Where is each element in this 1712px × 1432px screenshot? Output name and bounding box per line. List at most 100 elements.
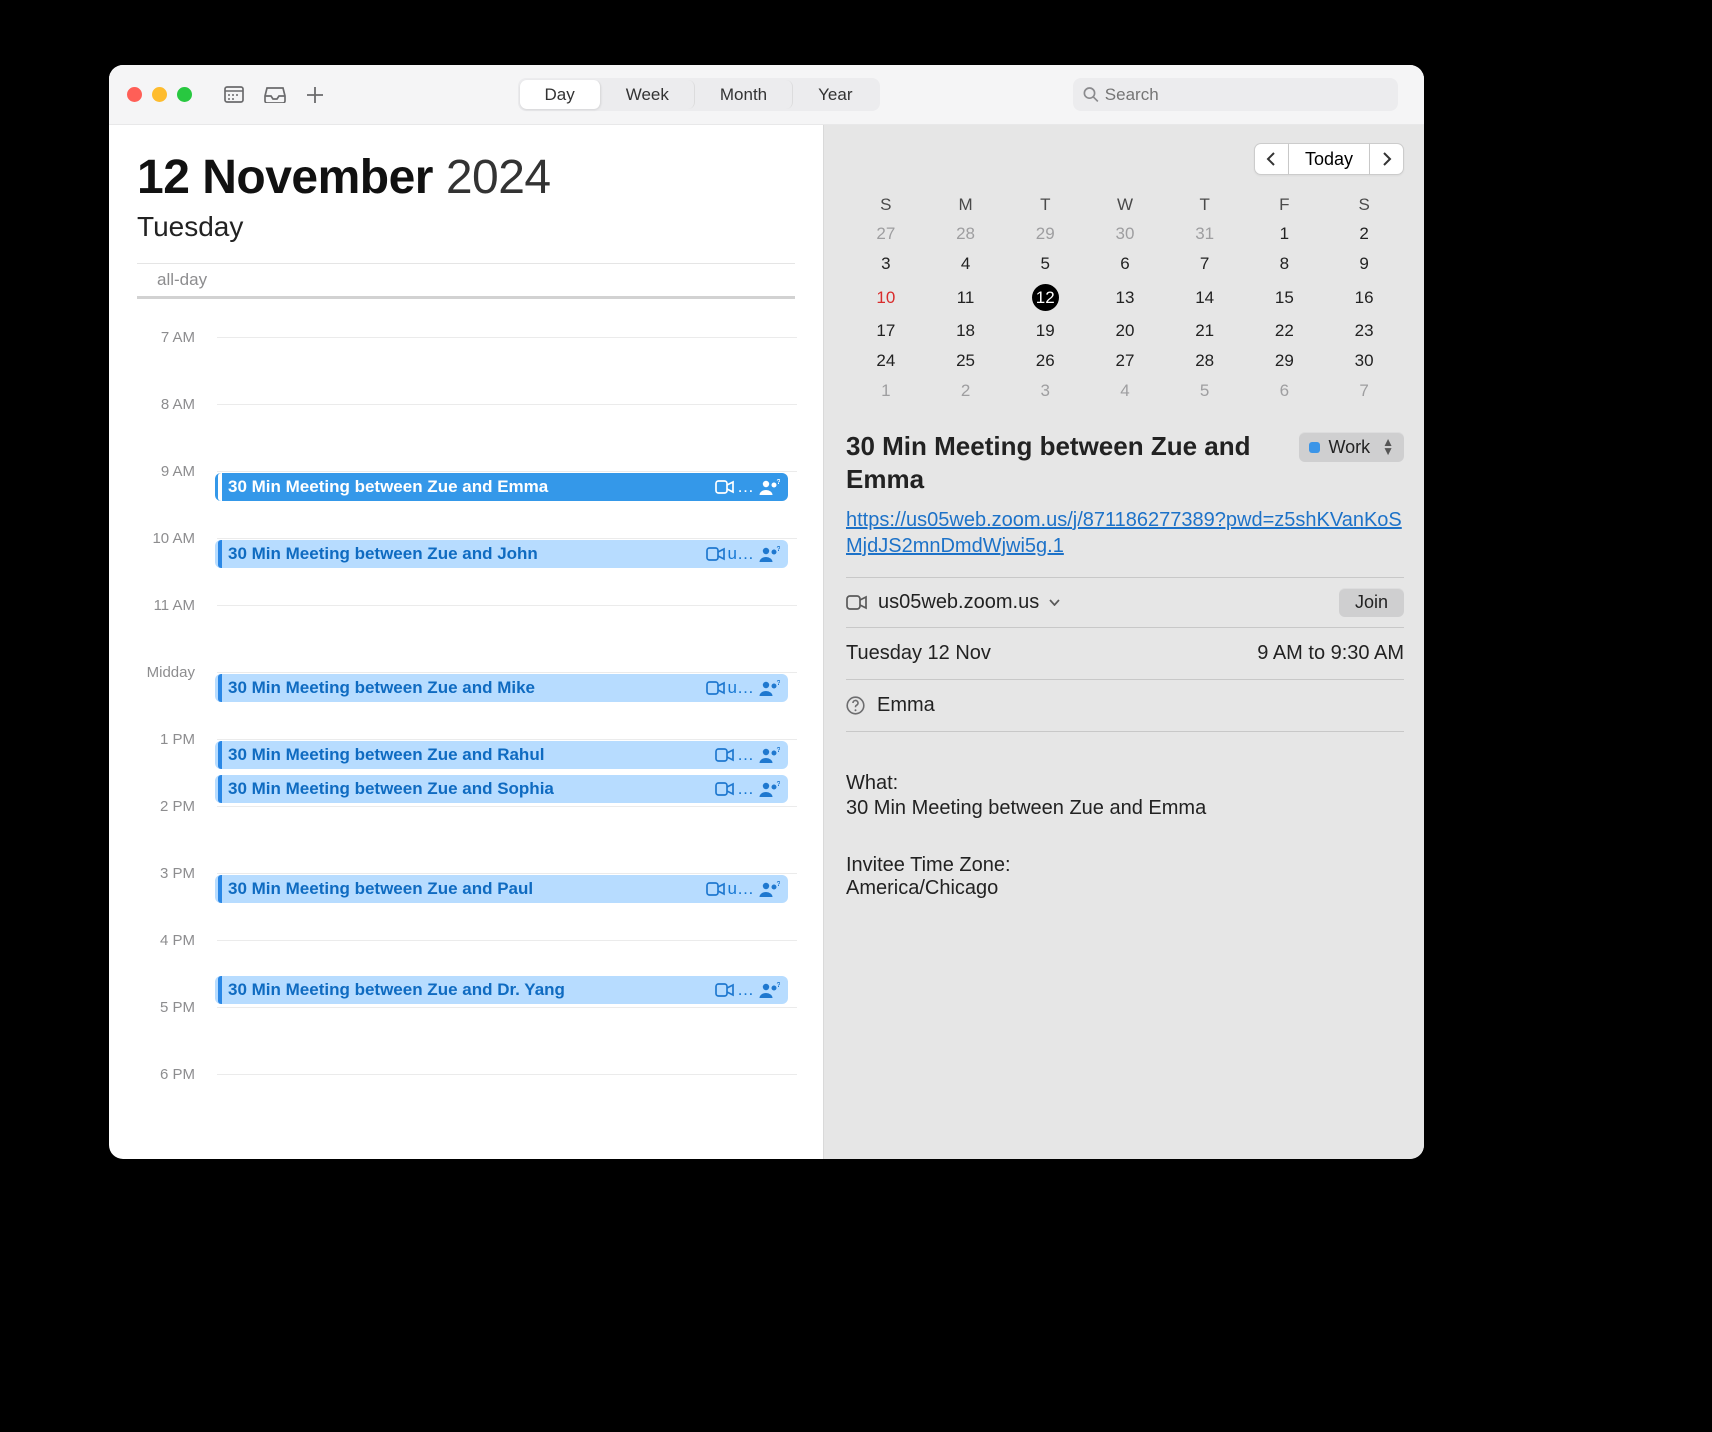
people-icon: ?: [758, 781, 780, 797]
mini-day-cell[interactable]: 30: [1324, 346, 1404, 376]
video-icon: [715, 480, 735, 494]
mini-day-cell[interactable]: 29: [1245, 346, 1325, 376]
calendar-event[interactable]: 30 Min Meeting between Zue and Sophia…?: [215, 775, 788, 803]
mini-day-cell[interactable]: 8: [1245, 249, 1325, 279]
people-icon: ?: [758, 982, 780, 998]
calendar-event[interactable]: 30 Min Meeting between Zue and Paulu…?: [215, 875, 788, 903]
mini-day-cell[interactable]: 4: [1085, 376, 1165, 406]
people-icon: ?: [758, 479, 780, 495]
mini-day-cell[interactable]: 1: [846, 376, 926, 406]
separator: [846, 577, 1404, 578]
updown-icon: ▲▼: [1382, 438, 1394, 456]
mini-day-cell[interactable]: 31: [1165, 219, 1245, 249]
mini-day-cell[interactable]: 16: [1324, 279, 1404, 316]
mini-day-cell[interactable]: 6: [1085, 249, 1165, 279]
mini-day-cell[interactable]: 15: [1245, 279, 1325, 316]
mini-day-cell[interactable]: 23: [1324, 316, 1404, 346]
inbox-icon[interactable]: [264, 86, 286, 103]
join-button[interactable]: Join: [1339, 588, 1404, 617]
attendee-row[interactable]: Emma: [846, 688, 1404, 723]
mini-day-cell[interactable]: 5: [1005, 249, 1085, 279]
event-time[interactable]: Tuesday 12 Nov 9 AM to 9:30 AM: [846, 636, 1404, 671]
mini-day-cell[interactable]: 9: [1324, 249, 1404, 279]
hour-label: 2 PM: [137, 798, 195, 865]
hour-label: 10 AM: [137, 530, 195, 597]
mini-day-cell[interactable]: 14: [1165, 279, 1245, 316]
mini-day-cell[interactable]: 29: [1005, 219, 1085, 249]
mini-day-cell[interactable]: 22: [1245, 316, 1325, 346]
calendar-window: Day Week Month Year 12 November 2024 Tue…: [109, 65, 1424, 1159]
hour-label: 5 PM: [137, 999, 195, 1066]
today-button[interactable]: Today: [1289, 143, 1370, 175]
mini-day-cell[interactable]: 3: [846, 249, 926, 279]
mini-day-cell[interactable]: 1: [1245, 219, 1325, 249]
video-icon: [715, 983, 735, 997]
all-day-row[interactable]: all-day: [137, 263, 795, 299]
day-view: 12 November 2024 Tuesday all-day 7 AM8 A…: [109, 125, 824, 1159]
minimize-button[interactable]: [152, 87, 167, 102]
mini-day-cell[interactable]: 13: [1085, 279, 1165, 316]
view-day[interactable]: Day: [520, 80, 601, 109]
view-month[interactable]: Month: [695, 80, 793, 109]
content: 12 November 2024 Tuesday all-day 7 AM8 A…: [109, 125, 1424, 1159]
mini-day-cell[interactable]: 6: [1245, 376, 1325, 406]
mini-day-cell[interactable]: 27: [846, 219, 926, 249]
event-location[interactable]: us05web.zoom.us: [846, 591, 1060, 614]
mini-day-cell[interactable]: 17: [846, 316, 926, 346]
mini-day-cell[interactable]: 2: [1324, 219, 1404, 249]
event-inspector: 30 Min Meeting between Zue and Emma Work…: [846, 430, 1404, 1143]
calendar-event[interactable]: 30 Min Meeting between Zue and Rahul…?: [215, 741, 788, 769]
calendars-icon[interactable]: [224, 86, 244, 103]
mini-day-cell[interactable]: 5: [1165, 376, 1245, 406]
search-input[interactable]: [1105, 85, 1388, 105]
mini-day-cell[interactable]: 30: [1085, 219, 1165, 249]
mini-day-cell[interactable]: 27: [1085, 346, 1165, 376]
hour-grid[interactable]: 7 AM8 AM9 AM10 AM11 AMMidday1 PM2 PM3 PM…: [109, 299, 823, 1159]
view-year[interactable]: Year: [793, 80, 877, 109]
close-button[interactable]: [127, 87, 142, 102]
mini-day-cell[interactable]: 2: [926, 376, 1006, 406]
mini-calendar[interactable]: SMTWTFS272829303112345678910111213141516…: [846, 191, 1404, 406]
add-event-icon[interactable]: [306, 86, 324, 104]
mini-day-cell[interactable]: 18: [926, 316, 1006, 346]
calendar-event[interactable]: 30 Min Meeting between Zue and Emma…?: [215, 473, 788, 501]
mini-day-cell[interactable]: 26: [1005, 346, 1085, 376]
mini-day-cell[interactable]: 21: [1165, 316, 1245, 346]
mini-day-cell[interactable]: 4: [926, 249, 1006, 279]
calendar-event[interactable]: 30 Min Meeting between Zue and Johnu…?: [215, 540, 788, 568]
weekday-label: Tuesday: [137, 211, 795, 243]
calendar-event[interactable]: 30 Min Meeting between Zue and Dr. Yang……: [215, 976, 788, 1004]
svg-text:?: ?: [777, 982, 781, 989]
mini-day-cell[interactable]: 28: [926, 219, 1006, 249]
calendar-select[interactable]: Work ▲▼: [1299, 432, 1404, 462]
hour-label: 3 PM: [137, 865, 195, 932]
search-field[interactable]: [1073, 78, 1398, 111]
mini-day-cell[interactable]: 7: [1324, 376, 1404, 406]
mini-day-cell[interactable]: 10: [846, 279, 926, 316]
mini-day-cell[interactable]: 28: [1165, 346, 1245, 376]
view-week[interactable]: Week: [601, 80, 695, 109]
mini-day-cell[interactable]: 7: [1165, 249, 1245, 279]
event-description[interactable]: What: 30 Min Meeting between Zue and Emm…: [846, 770, 1404, 822]
zoom-button[interactable]: [177, 87, 192, 102]
prev-button[interactable]: [1254, 143, 1289, 175]
next-button[interactable]: [1370, 143, 1404, 175]
hour-row: 5 PM: [137, 1007, 823, 1074]
hour-label: 4 PM: [137, 932, 195, 999]
people-icon: ?: [758, 680, 780, 696]
calendar-event[interactable]: 30 Min Meeting between Zue and Mikeu…?: [215, 674, 788, 702]
people-icon: ?: [758, 747, 780, 763]
event-url[interactable]: https://us05web.zoom.us/j/871186277389?p…: [846, 507, 1404, 559]
mini-day-cell[interactable]: 11: [926, 279, 1006, 316]
video-icon: [715, 782, 735, 796]
event-title-label: 30 Min Meeting between Zue and Mike: [228, 678, 704, 698]
mini-day-cell[interactable]: 24: [846, 346, 926, 376]
event-location-label: u…: [728, 544, 754, 564]
mini-day-cell[interactable]: 20: [1085, 316, 1165, 346]
video-icon: [706, 547, 726, 561]
mini-weekday-header: S: [846, 191, 926, 219]
mini-day-cell[interactable]: 25: [926, 346, 1006, 376]
mini-day-cell[interactable]: 3: [1005, 376, 1085, 406]
mini-day-cell[interactable]: 12: [1005, 279, 1085, 316]
mini-day-cell[interactable]: 19: [1005, 316, 1085, 346]
